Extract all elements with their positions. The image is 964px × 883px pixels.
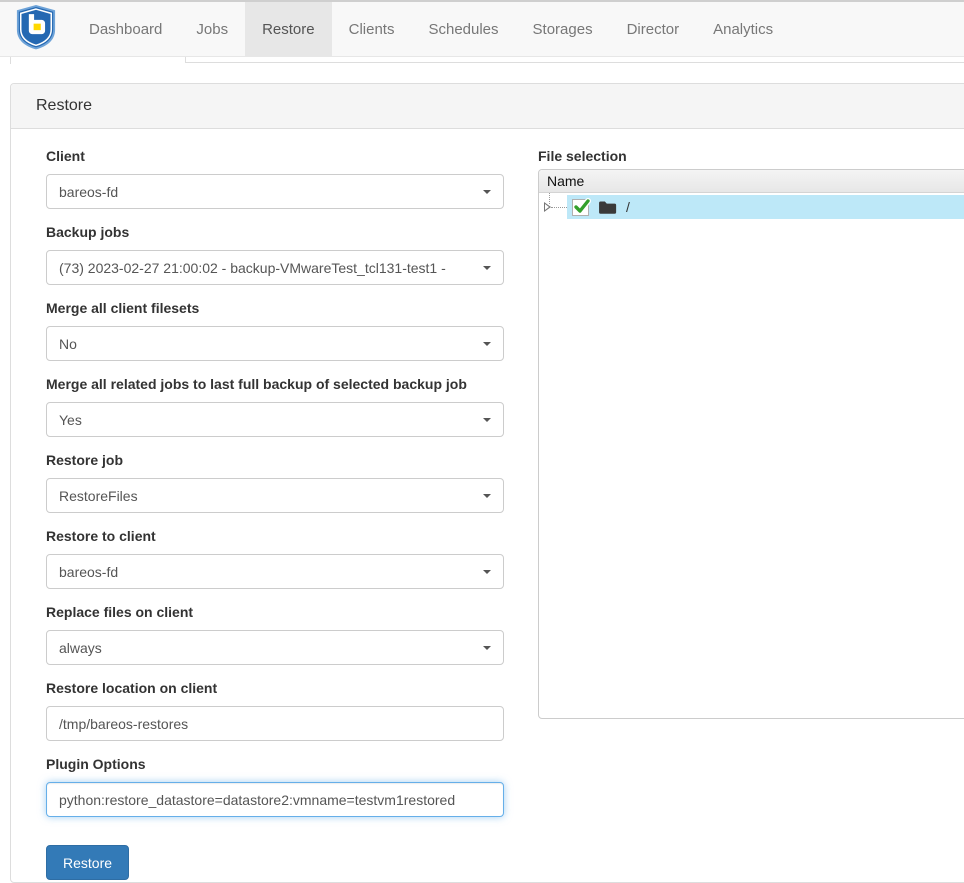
nav-item-dashboard[interactable]: Dashboard: [72, 2, 179, 56]
dropdown-caret-icon: [483, 190, 491, 194]
tree-checkbox-checked[interactable]: [572, 199, 589, 216]
file-selection-panel: Name /: [538, 169, 964, 719]
tree-node-label[interactable]: /: [626, 199, 630, 215]
replace-files-select-value: always: [59, 640, 475, 656]
dropdown-caret-icon: [483, 418, 491, 422]
tree-expander-icon[interactable]: [544, 202, 551, 212]
replace-files-group: Replace files on client always: [46, 604, 504, 665]
client-select-value: bareos-fd: [59, 184, 475, 200]
dropdown-caret-icon: [483, 646, 491, 650]
folder-icon: [598, 200, 617, 215]
plugin-options-group: Plugin Options: [46, 756, 504, 817]
merge-related-jobs-group: Merge all related jobs to last full back…: [46, 376, 504, 437]
restore-form: Client bareos-fd Backup jobs (73) 2023-0…: [46, 148, 504, 880]
restore-panel: Restore Client bareos-fd Backup jobs (73…: [10, 83, 964, 883]
brand-logo[interactable]: [0, 2, 72, 56]
restore-location-label: Restore location on client: [46, 680, 504, 697]
nav-item-jobs[interactable]: Jobs: [179, 2, 245, 56]
panel-title: Restore: [11, 84, 964, 129]
plugin-options-input[interactable]: [46, 782, 504, 817]
bareos-shield-icon: [15, 4, 57, 55]
merge-related-jobs-select-value: Yes: [59, 412, 475, 428]
top-navbar: Dashboard Jobs Restore Clients Schedules…: [0, 0, 964, 57]
restore-location-input[interactable]: [46, 706, 504, 741]
nav-item-director[interactable]: Director: [610, 2, 697, 56]
panel-body: Client bareos-fd Backup jobs (73) 2023-0…: [11, 129, 964, 883]
dropdown-caret-icon: [483, 570, 491, 574]
merge-filesets-label: Merge all client filesets: [46, 300, 504, 317]
tab-border: [185, 62, 964, 63]
client-group: Client bareos-fd: [46, 148, 504, 209]
file-tree: /: [539, 193, 964, 233]
restore-to-client-label: Restore to client: [46, 528, 504, 545]
nav-item-clients[interactable]: Clients: [332, 2, 412, 56]
tree-connector-horizontal: [551, 207, 567, 208]
replace-files-select[interactable]: always: [46, 630, 504, 665]
nav-item-restore[interactable]: Restore: [245, 2, 332, 56]
restore-location-group: Restore location on client: [46, 680, 504, 741]
backup-jobs-select[interactable]: (73) 2023-02-27 21:00:02 - backup-VMware…: [46, 250, 504, 285]
client-label: Client: [46, 148, 504, 165]
restore-job-group: Restore job RestoreFiles: [46, 452, 504, 513]
nav-item-schedules[interactable]: Schedules: [411, 2, 515, 56]
merge-related-jobs-label: Merge all related jobs to last full back…: [46, 376, 504, 393]
nav-item-storages[interactable]: Storages: [516, 2, 610, 56]
tree-row-root[interactable]: /: [567, 195, 964, 219]
restore-job-label: Restore job: [46, 452, 504, 469]
nav-item-analytics[interactable]: Analytics: [696, 2, 790, 56]
dropdown-caret-icon: [483, 342, 491, 346]
restore-to-client-group: Restore to client bareos-fd: [46, 528, 504, 589]
tab-edge-left: [10, 57, 11, 64]
restore-job-select-value: RestoreFiles: [59, 488, 475, 504]
merge-filesets-group: Merge all client filesets No: [46, 300, 504, 361]
restore-button[interactable]: Restore: [46, 845, 129, 880]
dropdown-caret-icon: [483, 266, 491, 270]
merge-filesets-select[interactable]: No: [46, 326, 504, 361]
merge-related-jobs-select[interactable]: Yes: [46, 402, 504, 437]
merge-filesets-select-value: No: [59, 336, 475, 352]
restore-to-client-select[interactable]: bareos-fd: [46, 554, 504, 589]
file-tree-name-header[interactable]: Name: [539, 170, 964, 193]
backup-jobs-group: Backup jobs (73) 2023-02-27 21:00:02 - b…: [46, 224, 504, 285]
restore-job-select[interactable]: RestoreFiles: [46, 478, 504, 513]
dropdown-caret-icon: [483, 494, 491, 498]
restore-to-client-select-value: bareos-fd: [59, 564, 475, 580]
backup-jobs-select-value: (73) 2023-02-27 21:00:02 - backup-VMware…: [59, 260, 475, 276]
replace-files-label: Replace files on client: [46, 604, 504, 621]
backup-jobs-label: Backup jobs: [46, 224, 504, 241]
plugin-options-label: Plugin Options: [46, 756, 504, 773]
client-select[interactable]: bareos-fd: [46, 174, 504, 209]
file-selection-title: File selection: [538, 148, 627, 164]
